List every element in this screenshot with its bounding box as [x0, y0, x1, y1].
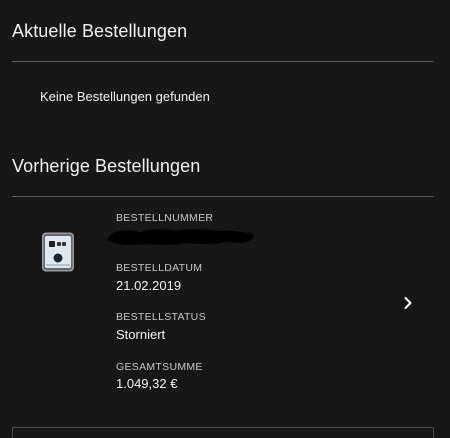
previous-orders-title: Vorherige Bestellungen	[12, 156, 201, 176]
order-number-label: BESTELLNUMMER	[116, 212, 214, 224]
smartphone-icon	[40, 232, 76, 272]
previous-orders-divider	[12, 196, 434, 197]
order-status-label: BESTELLSTATUS	[116, 311, 206, 323]
order-total-value: 1.049,32 €	[116, 376, 178, 391]
order-date-label: BESTELLDATUM	[116, 262, 203, 274]
next-order-card-edge	[12, 427, 434, 438]
order-number-redacted	[106, 226, 254, 248]
order-date-value: 21.02.2019	[116, 278, 182, 293]
current-orders-divider	[12, 61, 434, 62]
order-status-value: Storniert	[116, 327, 166, 342]
no-orders-message: Keine Bestellungen gefunden	[40, 89, 210, 104]
order-card[interactable]: BESTELLNUMMER BESTELLDATUM 21.02.2019 BE…	[12, 198, 434, 430]
current-orders-title: Aktuelle Bestellungen	[12, 21, 188, 41]
chevron-right-icon[interactable]	[400, 295, 416, 311]
order-total-label: GESAMTSUMME	[116, 361, 203, 373]
